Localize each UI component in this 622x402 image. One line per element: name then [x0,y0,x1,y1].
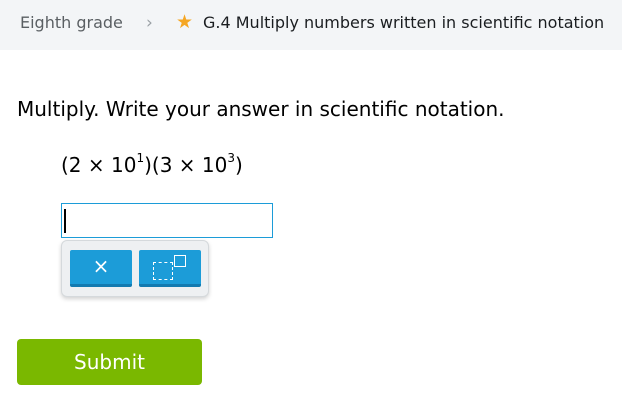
expression-part: ) [235,153,243,177]
math-keypad: × [61,240,209,297]
breadcrumb-separator: › [146,13,153,33]
text-caret [64,209,66,233]
exponent: 3 [227,151,235,166]
expression-part: (2 × 10 [61,153,137,177]
breadcrumb-skill-title: G.4 Multiply numbers written in scientif… [203,13,605,32]
exponent: 1 [136,151,145,166]
submit-button[interactable]: Submit [17,339,202,385]
answer-input[interactable] [61,203,273,238]
math-expression: (2 × 101)(3 × 103) [61,151,243,177]
star-icon: ★ [176,11,194,33]
breadcrumb-grade-link[interactable]: Eighth grade [20,13,123,32]
breadcrumb: Eighth grade › ★ G.4 Multiply numbers wr… [0,0,622,50]
exponent-button[interactable] [139,250,201,287]
times-button[interactable]: × [70,250,132,287]
expression-part: )(3 × 10 [144,153,228,177]
question-instruction: Multiply. Write your answer in scientifi… [17,97,505,121]
